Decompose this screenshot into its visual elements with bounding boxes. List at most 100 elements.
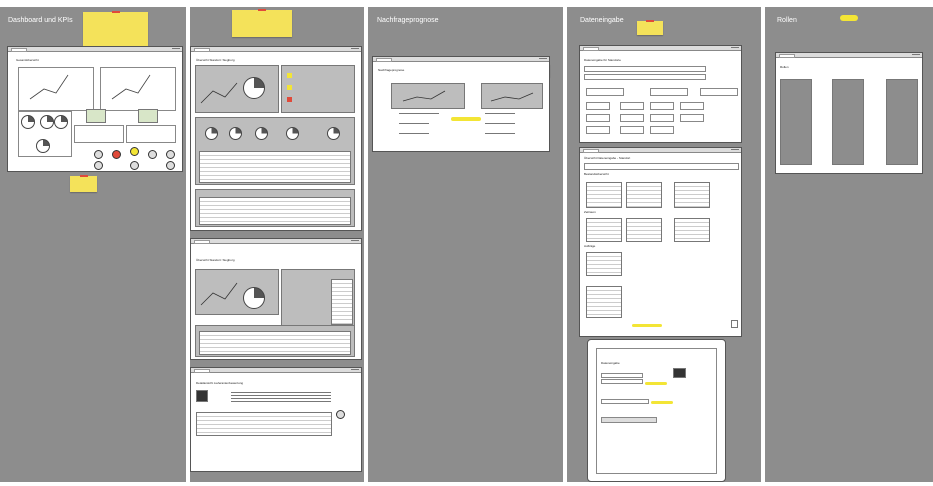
pie-chart bbox=[229, 127, 242, 140]
gauge-icon bbox=[166, 150, 175, 159]
tag bbox=[451, 117, 481, 121]
step-box[interactable] bbox=[650, 126, 674, 134]
wireframe-site-overview: Übersicht Standort: Siegburg bbox=[190, 46, 362, 231]
map-thumbnail bbox=[86, 109, 106, 123]
step-box[interactable] bbox=[700, 88, 738, 96]
lane-title-dashboard: Dashboard und KPIs bbox=[8, 17, 73, 24]
step-box[interactable] bbox=[586, 114, 610, 122]
progress-field[interactable] bbox=[601, 417, 657, 423]
role-panel bbox=[886, 79, 918, 165]
action-icon[interactable] bbox=[287, 73, 292, 78]
tag bbox=[651, 401, 673, 404]
kpi-panel bbox=[74, 125, 124, 143]
page-title: Dateneingabe für Standorte bbox=[584, 58, 621, 62]
pin-icon bbox=[646, 20, 654, 22]
page-title: Detailansicht Lieferantenbewertung bbox=[196, 381, 244, 385]
data-table bbox=[199, 331, 351, 355]
image-placeholder-icon bbox=[196, 390, 208, 402]
pie-chart bbox=[205, 127, 218, 140]
step-box[interactable] bbox=[620, 126, 644, 134]
contact-card-icon bbox=[673, 368, 686, 378]
section-label: Bestandsübersicht bbox=[584, 172, 609, 176]
save-icon[interactable] bbox=[731, 320, 738, 328]
sticky-note[interactable] bbox=[70, 175, 97, 192]
pie-chart bbox=[21, 115, 35, 129]
pin-icon bbox=[111, 11, 120, 13]
wireframe-data-entry: Dateneingabe für Standorte bbox=[579, 45, 742, 143]
tablet-screen: Dateneingabe bbox=[596, 348, 717, 474]
actions-panel bbox=[281, 65, 355, 113]
data-table bbox=[586, 252, 622, 276]
section-label: Aufträge bbox=[584, 244, 596, 248]
page-title: Dateneingabe bbox=[601, 361, 620, 365]
role-panel bbox=[832, 79, 864, 165]
data-table bbox=[674, 182, 710, 208]
gauge-icon bbox=[130, 147, 139, 156]
tag bbox=[840, 15, 858, 21]
sticky-note[interactable] bbox=[637, 20, 663, 35]
step-box[interactable] bbox=[680, 102, 704, 110]
role-panel bbox=[780, 79, 812, 165]
pie-chart bbox=[255, 127, 268, 140]
gauge-icon bbox=[112, 150, 121, 159]
gauge-icon bbox=[166, 161, 175, 170]
pie-chart bbox=[54, 115, 68, 129]
pin-icon bbox=[79, 175, 88, 177]
kpi-panel bbox=[126, 125, 176, 143]
data-table bbox=[331, 279, 353, 325]
tag bbox=[632, 324, 662, 327]
page-title: Übersicht Dateneingabe - Standort bbox=[584, 156, 631, 160]
data-table bbox=[199, 197, 351, 225]
pie-chart bbox=[243, 287, 265, 309]
wireframe-site-overview-2: Übersicht Standort: Siegburg bbox=[190, 238, 362, 360]
pie-chart bbox=[40, 115, 54, 129]
step-box[interactable] bbox=[680, 114, 704, 122]
data-table bbox=[626, 182, 662, 208]
line-chart bbox=[402, 90, 534, 102]
wireframe-dashboard-overview: Gesamtübersicht bbox=[7, 46, 183, 172]
map-thumbnail bbox=[138, 109, 158, 123]
pie-chart bbox=[327, 127, 340, 140]
tag bbox=[645, 382, 667, 385]
wireframe-mobile: Dateneingabe bbox=[587, 339, 726, 482]
step-box[interactable] bbox=[650, 88, 688, 96]
step-box[interactable] bbox=[620, 114, 644, 122]
data-table bbox=[586, 182, 622, 208]
action-icon[interactable] bbox=[287, 97, 292, 102]
input-field[interactable] bbox=[601, 399, 649, 404]
input-field[interactable] bbox=[601, 373, 643, 378]
lane-title-forecast: Nachfrageprognose bbox=[377, 17, 439, 24]
step-box[interactable] bbox=[586, 88, 624, 96]
sticky-note[interactable] bbox=[83, 11, 148, 48]
input-field[interactable] bbox=[584, 74, 706, 80]
step-box[interactable] bbox=[620, 102, 644, 110]
select-field[interactable] bbox=[584, 163, 739, 170]
step-box[interactable] bbox=[586, 126, 610, 134]
data-table bbox=[626, 218, 662, 242]
pin-icon bbox=[258, 9, 266, 11]
wireframe-detail: Detailansicht Lieferantenbewertung bbox=[190, 367, 362, 472]
page-title: Rollen bbox=[780, 65, 789, 69]
data-table bbox=[586, 286, 622, 318]
data-table bbox=[199, 151, 351, 183]
gauge-icon bbox=[148, 150, 157, 159]
step-box[interactable] bbox=[650, 102, 674, 110]
gauge-icon bbox=[130, 161, 139, 170]
step-box[interactable] bbox=[586, 102, 610, 110]
pie-chart bbox=[286, 127, 299, 140]
data-table bbox=[586, 218, 622, 242]
gear-icon[interactable] bbox=[336, 410, 345, 419]
lane-title-roles: Rollen bbox=[777, 17, 797, 24]
pie-chart bbox=[36, 139, 50, 153]
input-field[interactable] bbox=[584, 66, 706, 72]
input-field[interactable] bbox=[601, 379, 643, 384]
wireframe-forecast: Nachfrageprognose bbox=[372, 56, 550, 152]
sticky-note[interactable] bbox=[232, 9, 292, 37]
data-table bbox=[196, 412, 332, 436]
data-table bbox=[674, 218, 710, 242]
gauge-icon bbox=[94, 161, 103, 170]
wireframe-data-entry-overview: Übersicht Dateneingabe - Standort Bestan… bbox=[579, 147, 742, 337]
step-box[interactable] bbox=[650, 114, 674, 122]
pie-chart bbox=[243, 77, 265, 99]
action-icon[interactable] bbox=[287, 85, 292, 90]
